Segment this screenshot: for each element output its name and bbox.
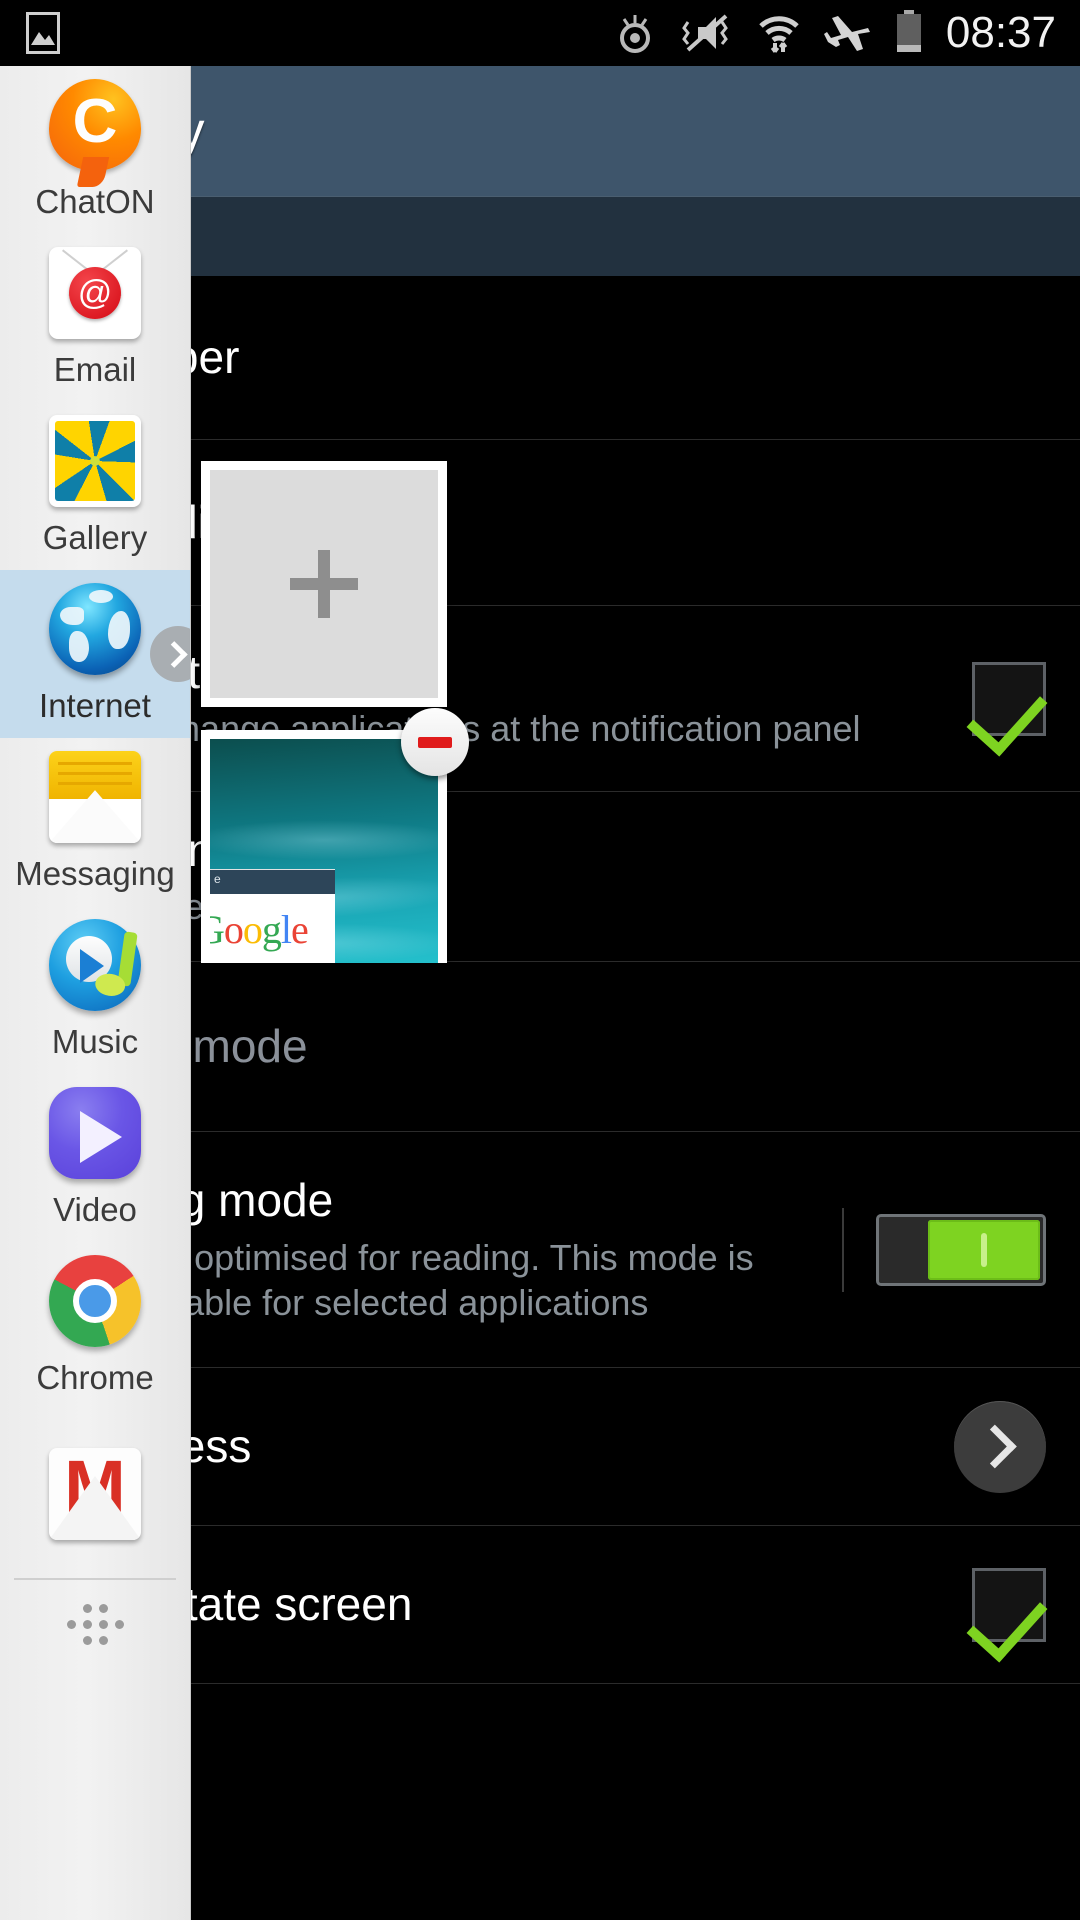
toggle-knob [928, 1219, 1040, 1280]
sidebar-item-video[interactable]: Video [0, 1074, 190, 1242]
gallery-icon [49, 415, 141, 507]
sidebar-item-messaging[interactable]: Messaging [0, 738, 190, 906]
google-logo: Google [210, 906, 309, 952]
status-bar-clock: 08:37 [945, 8, 1056, 57]
sidebar-item-label: Email [53, 351, 137, 388]
sidebar-item-label: ChatON [35, 183, 155, 220]
auto-rotate-checkbox[interactable] [972, 1567, 1046, 1642]
browser-tab-thumbnail-card[interactable]: e Google [201, 708, 469, 963]
status-bar-left [0, 12, 60, 54]
tab-thumbnail[interactable]: e Google [210, 739, 438, 963]
app-drawer-drag-handle[interactable] [0, 1580, 190, 1668]
plus-icon [290, 550, 358, 618]
status-bar: 08:37 [0, 0, 1080, 66]
app-drawer-sidebar[interactable]: ChatON @ Email Gallery Internet [0, 66, 191, 1920]
sound-mute-vibrate-icon [682, 14, 728, 52]
browser-tab-switcher-popup: e Google [201, 461, 469, 963]
new-tab-button[interactable] [210, 470, 438, 698]
battery-icon [896, 10, 921, 52]
sidebar-item-chrome[interactable]: Chrome [0, 1242, 190, 1410]
notification-panel-checkbox[interactable] [972, 661, 1046, 736]
sidebar-item-internet[interactable]: Internet [0, 570, 190, 738]
eye-smart-stay-icon [619, 15, 650, 53]
sidebar-item-label: Music [51, 1023, 139, 1060]
divider [842, 1207, 844, 1292]
chevron-right-icon[interactable] [150, 626, 190, 682]
music-icon [49, 919, 141, 1011]
video-icon [49, 1087, 141, 1179]
inner-page-titlebar: e [210, 869, 336, 895]
phone-screen: 08:37 Display Wallpaper LED indicator No… [0, 0, 1080, 1920]
app-drawer-list: ChatON @ Email Gallery Internet [0, 66, 190, 1668]
wifi-icon [759, 16, 799, 53]
status-bar-right: 08:37 [612, 8, 1080, 58]
tab-inner-page-preview: e Google [210, 868, 336, 963]
internet-icon [49, 583, 141, 675]
drag-handle-dots-icon [66, 1603, 124, 1645]
sidebar-item-label: Video [53, 1191, 137, 1228]
sidebar-item-chaton[interactable]: ChatON [0, 66, 190, 234]
sidebar-item-label: Messaging [15, 855, 175, 892]
close-tab-button[interactable] [401, 708, 469, 776]
reading-mode-toggle[interactable] [876, 1213, 1046, 1286]
sidebar-item-label: Gallery [42, 519, 148, 556]
chaton-icon [49, 79, 141, 171]
airplane-mode-icon [823, 16, 870, 51]
brightness-chevron-right-icon[interactable] [954, 1400, 1046, 1493]
gmail-icon: M [49, 1448, 141, 1540]
sidebar-item-email[interactable]: @ Email [0, 234, 190, 402]
sidebar-item-label: Chrome [36, 1359, 154, 1396]
email-icon: @ [49, 247, 141, 339]
sidebar-item-music[interactable]: Music [0, 906, 190, 1074]
messaging-icon [49, 751, 141, 843]
reading-mode-toggle-wrap [842, 1207, 1046, 1292]
new-tab-card[interactable] [201, 461, 447, 707]
sidebar-item-gallery[interactable]: Gallery [0, 402, 190, 570]
gallery-notification-icon [26, 12, 60, 54]
sidebar-item-gmail[interactable]: M [0, 1410, 190, 1578]
chrome-icon [49, 1255, 141, 1347]
sidebar-item-label: Internet [39, 687, 151, 724]
